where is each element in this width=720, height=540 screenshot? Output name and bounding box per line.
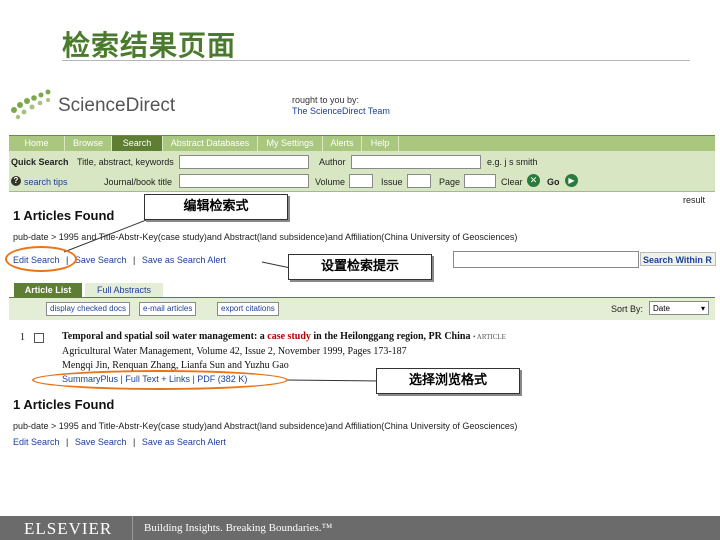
footer-tagline: Building Insights. Breaking Boundaries.™	[144, 522, 333, 534]
callout-edit-search: 编辑检索式	[144, 194, 288, 220]
callout-browse-format: 选择浏览格式	[376, 368, 520, 394]
format-links-highlight	[32, 370, 288, 390]
edit-search-highlight	[5, 246, 77, 272]
callout-search-tips: 设置检索提示	[288, 254, 432, 280]
elsevier-footer: ELSEVIER Building Insights. Breaking Bou…	[0, 516, 720, 540]
footer-divider	[132, 516, 133, 540]
elsevier-logo: ELSEVIER	[24, 519, 113, 538]
